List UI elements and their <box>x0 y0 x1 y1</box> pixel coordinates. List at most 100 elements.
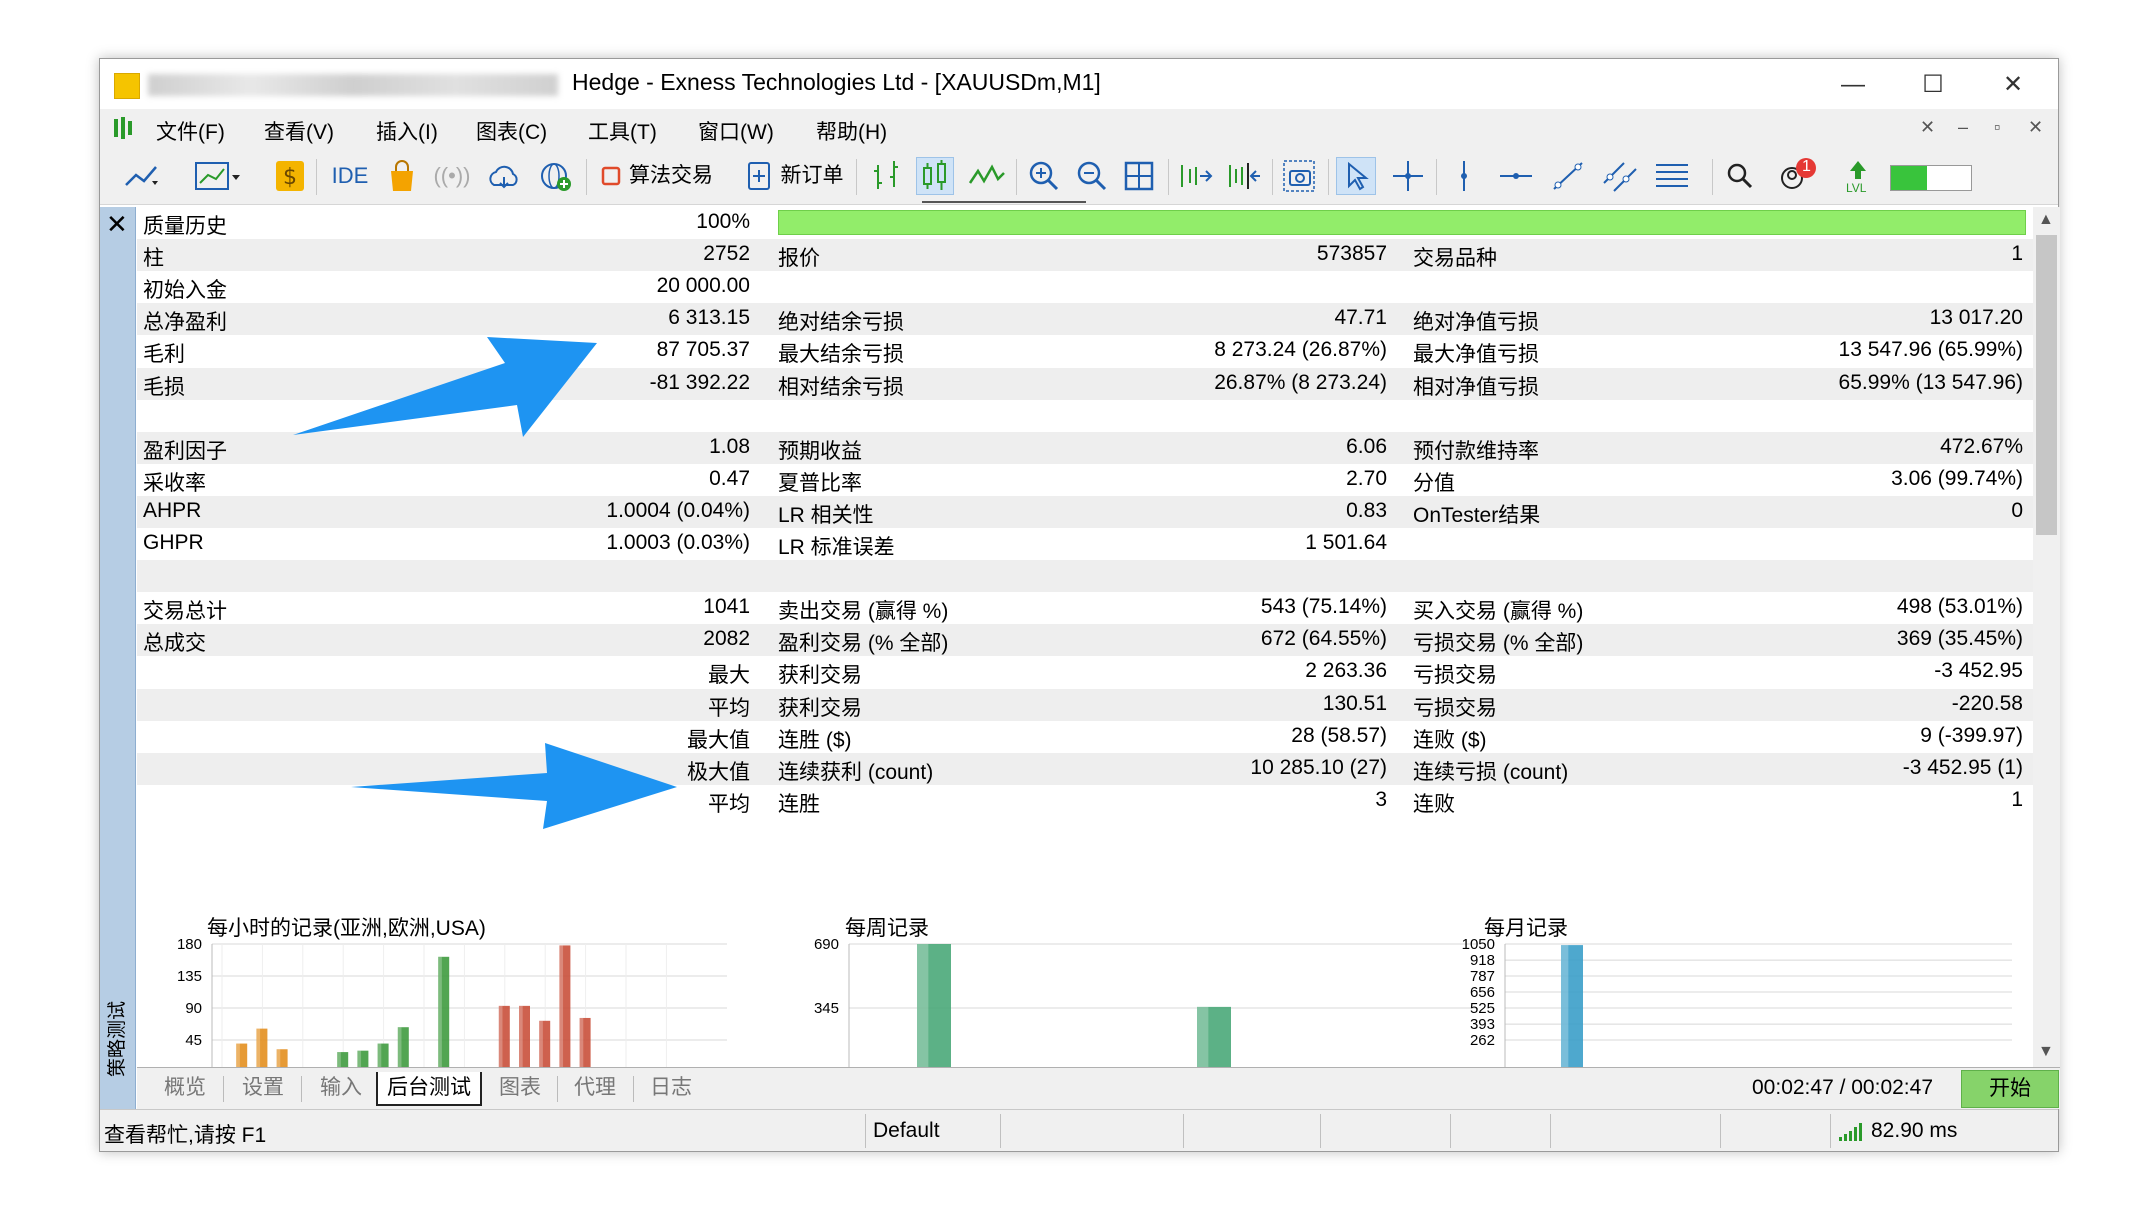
menu-bar: 文件(F) 查看(V) 插入(I) 图表(C) 工具(T) 窗口(W) 帮助(H… <box>100 109 2058 149</box>
metric-value: -3 452.95 <box>1934 659 2023 683</box>
chart-template-icon[interactable] <box>192 157 244 195</box>
vertical-line-icon[interactable] <box>1444 157 1484 195</box>
search-icon[interactable] <box>1720 157 1760 195</box>
metric-label: 卖出交易 (赢得 %) <box>778 600 949 624</box>
metric-label: 绝对净值亏损 <box>1413 311 1539 335</box>
scroll-up-icon[interactable]: ▲ <box>2038 211 2054 229</box>
dollar-icon[interactable]: $ <box>272 157 308 195</box>
metric-label: 连续亏损 (count) <box>1413 760 1569 784</box>
metric-label: 最大净值亏损 <box>1413 343 1539 367</box>
mdi-close-button[interactable]: ✕ <box>2028 117 2043 138</box>
menu-charts[interactable]: 图表(C) <box>476 116 547 146</box>
autoscroll-icon[interactable] <box>1176 157 1216 195</box>
ide-button[interactable]: IDE <box>328 157 372 195</box>
trend-line-icon[interactable] <box>1548 157 1588 195</box>
metric-label: 相对净值亏损 <box>1413 375 1539 399</box>
title-bar: Hedge - Exness Technologies Ltd - [XAUUS… <box>100 59 2058 109</box>
tab-settings[interactable]: 设置 <box>225 1072 301 1106</box>
line-chart-icon[interactable] <box>120 157 164 195</box>
close-panel-icon[interactable]: ✕ <box>106 209 128 240</box>
screenshot-icon[interactable] <box>1280 157 1320 195</box>
report-scrollbar[interactable]: ▲ ▼ <box>2033 207 2060 1067</box>
menu-help[interactable]: 帮助(H) <box>816 116 887 146</box>
report-row: 交易总计 1041 卖出交易 (赢得 %) 543 (75.14%) 买入交易 (赢得 … <box>137 592 2033 624</box>
chart-bar-highlight <box>559 945 564 1067</box>
start-button[interactable]: 开始 <box>1961 1070 2059 1108</box>
tab-overview[interactable]: 概览 <box>147 1072 223 1106</box>
pin-icon[interactable]: ✕ <box>1920 117 1935 138</box>
fibonacci-icon[interactable] <box>1652 157 1692 195</box>
metric-value: 543 (75.14%) <box>1260 595 1387 619</box>
chart-bar-highlight <box>377 1043 382 1067</box>
report-row: 平均 获利交易 130.51 亏损交易 -220.58 <box>137 688 2033 721</box>
menu-file[interactable]: 文件(F) <box>156 116 225 146</box>
channel-icon[interactable] <box>1600 157 1640 195</box>
tab-journal[interactable]: 日志 <box>635 1072 707 1106</box>
cloud-icon[interactable] <box>484 157 524 195</box>
metric-label: 最大结余亏损 <box>778 343 904 367</box>
scroll-down-icon[interactable]: ▼ <box>2038 1043 2054 1061</box>
line-mode-icon[interactable] <box>966 157 1008 195</box>
tab-backtest[interactable]: 后台测试 <box>376 1072 482 1106</box>
menu-insert[interactable]: 插入(I) <box>376 116 438 146</box>
tester-tab-bar: 概览 设置 输入 后台测试 图表 代理 日志 00:02:47 / 00:02:… <box>137 1067 2060 1109</box>
metric-value: 26.87% (8 273.24) <box>1214 370 1387 394</box>
close-button[interactable]: ✕ <box>1995 67 2031 103</box>
chart-bar-highlight <box>1561 945 1569 1067</box>
y-tick-label: 393 <box>1470 1016 1495 1033</box>
bar-chart-icon[interactable] <box>868 157 906 195</box>
zoom-out-icon[interactable] <box>1072 157 1112 195</box>
metric-label: 盈利因子 <box>143 439 227 463</box>
zoom-in-icon[interactable] <box>1024 157 1064 195</box>
metric-label: 亏损交易 (% 全部) <box>1413 632 1584 656</box>
crosshair-icon[interactable] <box>1388 157 1428 195</box>
candlestick-icon[interactable] <box>916 157 954 195</box>
elapsed-timer: 00:02:47 / 00:02:47 <box>1752 1076 1933 1099</box>
tab-agents[interactable]: 代理 <box>559 1072 631 1106</box>
mdi-restore-button[interactable]: ▫ <box>1994 117 2000 138</box>
market-bag-icon[interactable] <box>384 157 420 195</box>
metric-label: LR 相关性 <box>778 503 874 527</box>
chart-bar-highlight <box>256 1028 261 1067</box>
algo-trading-button[interactable]: 算法交易 <box>626 157 716 195</box>
tab-inputs[interactable]: 输入 <box>303 1072 379 1106</box>
metric-label: 连胜 <box>778 792 820 816</box>
signals-icon[interactable]: ((•)) <box>432 157 472 195</box>
report-row: 采收率 0.47 夏普比率 2.70 分值 3.06 (99.74%) <box>137 464 2033 496</box>
y-tick-label: 1050 <box>1462 936 1495 953</box>
chart-shift-icon[interactable] <box>1224 157 1264 195</box>
chart-bar-highlight <box>498 1005 503 1067</box>
menu-view[interactable]: 查看(V) <box>264 116 334 146</box>
metric-value: -220.58 <box>1951 691 2023 715</box>
report-row <box>137 560 2033 593</box>
mdi-minimize-button[interactable]: – <box>1958 117 1968 138</box>
metric-value: 47.71 <box>1334 306 1387 330</box>
metric-label: 连续获利 (count) <box>778 760 934 784</box>
metric-value: 0.47 <box>709 466 750 490</box>
hourly-chart-plot: 180 135 90 45 <box>177 936 727 1067</box>
tile-windows-icon[interactable] <box>1120 157 1160 195</box>
cursor-icon[interactable] <box>1336 157 1376 195</box>
metric-value: 2.70 <box>1346 466 1387 490</box>
scroll-thumb[interactable] <box>2036 235 2057 535</box>
algo-trading-stop-icon[interactable] <box>596 157 626 195</box>
app-icon <box>114 73 140 99</box>
tab-graph[interactable]: 图表 <box>487 1072 553 1106</box>
menu-tools[interactable]: 工具(T) <box>588 116 657 146</box>
y-tick-label: 525 <box>1470 1000 1495 1017</box>
account-notification-icon[interactable]: 1 <box>1776 157 1824 195</box>
level-icon[interactable]: LVL <box>1840 157 1876 195</box>
metric-value: 1 <box>2011 242 2023 266</box>
minimize-button[interactable]: — <box>1835 67 1871 103</box>
metric-label: 预付款维持率 <box>1413 439 1539 463</box>
chart-bars-icon <box>112 115 134 141</box>
menu-window[interactable]: 窗口(W) <box>698 116 774 146</box>
vps-globe-icon[interactable] <box>536 157 576 195</box>
horizontal-line-icon[interactable] <box>1496 157 1536 195</box>
metric-label: 连胜 ($) <box>778 728 852 752</box>
maximize-button[interactable]: ☐ <box>1915 67 1951 103</box>
new-order-icon[interactable] <box>744 157 774 195</box>
new-order-button[interactable]: 新订单 <box>778 157 846 195</box>
status-profile[interactable]: Default <box>873 1119 940 1143</box>
chart-bar-highlight <box>438 956 442 1067</box>
